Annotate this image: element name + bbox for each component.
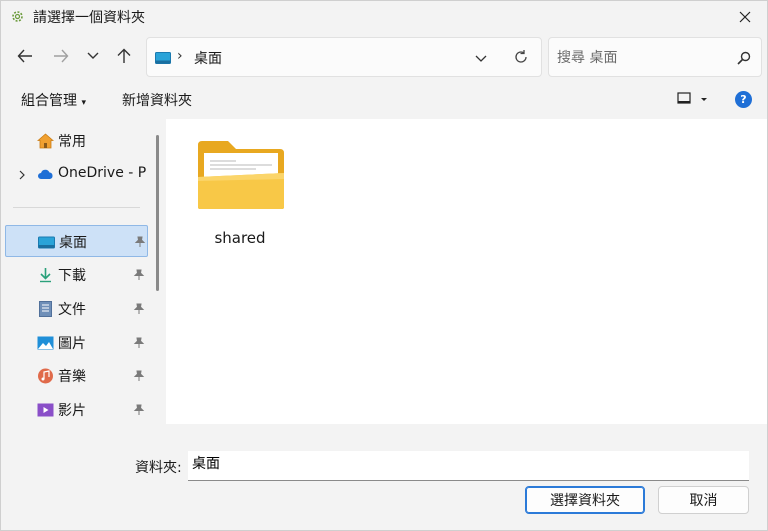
sidebar-divider [13, 207, 140, 208]
sidebar-item-downloads[interactable]: 下載 [5, 259, 148, 291]
breadcrumb-chevron-icon: › [177, 48, 183, 64]
cancel-button[interactable]: 取消 [658, 486, 749, 514]
navigation-pane: 常用 OneDrive - P 桌面 下載 文件 圖片 音樂 影片 [1, 119, 164, 424]
arrow-up-icon [117, 48, 131, 63]
folder-name-field[interactable] [188, 451, 749, 481]
sidebar-item-videos[interactable]: 影片 [5, 394, 148, 424]
sidebar-item-music[interactable]: 音樂 [5, 360, 148, 392]
forward-button[interactable] [49, 44, 73, 68]
sidebar-item-label: 桌面 [59, 235, 87, 251]
pin-icon[interactable] [133, 370, 145, 382]
title-bar: 請選擇一個資料夾 [1, 1, 767, 33]
refresh-icon[interactable] [513, 49, 529, 65]
dialog-footer: 資料夾: 選擇資料夾 取消 [1, 424, 767, 530]
back-button[interactable] [13, 44, 37, 68]
close-button[interactable] [723, 1, 767, 33]
chevron-right-icon[interactable] [17, 169, 27, 181]
sidebar-item-label: 下載 [58, 268, 86, 284]
cloud-icon [38, 169, 53, 179]
help-button[interactable]: ? [735, 91, 752, 108]
desktop-icon [155, 52, 171, 64]
organize-label: 組合管理 [21, 93, 77, 109]
pin-icon[interactable] [133, 303, 145, 315]
address-bar[interactable]: › 桌面 [146, 37, 542, 77]
document-icon [39, 301, 52, 317]
search-box[interactable] [548, 37, 762, 77]
close-icon [739, 11, 751, 23]
home-icon [37, 133, 54, 149]
caret-down-icon: ▾ [81, 98, 86, 108]
folder-field-label: 資料夾: [135, 460, 182, 476]
search-icon [737, 51, 751, 65]
view-options-button[interactable] [677, 91, 709, 107]
recent-locations-button[interactable] [81, 44, 105, 68]
sidebar-item-desktop[interactable]: 桌面 [5, 225, 148, 257]
file-name: shared [214, 229, 266, 247]
new-folder-button[interactable]: 新增資料夾 [122, 90, 192, 110]
sidebar-item-label: 圖片 [58, 336, 86, 352]
file-list: shared [166, 119, 767, 424]
sidebar-item-onedrive[interactable]: OneDrive - P [5, 159, 148, 191]
video-icon [37, 403, 54, 417]
arrow-left-icon [17, 49, 32, 63]
chevron-down-icon[interactable] [473, 50, 489, 66]
music-icon [38, 368, 53, 384]
pin-icon[interactable] [133, 337, 145, 349]
picture-icon [37, 336, 54, 350]
pin-icon[interactable] [133, 404, 145, 416]
pin-icon[interactable] [134, 236, 146, 248]
folder-item-shared[interactable]: shared [188, 133, 292, 251]
organize-menu[interactable]: 組合管理 ▾ [21, 90, 86, 110]
select-folder-button[interactable]: 選擇資料夾 [525, 486, 645, 514]
download-icon [40, 268, 51, 283]
pin-icon[interactable] [133, 269, 145, 281]
sidebar-item-label: 常用 [58, 134, 86, 150]
folder-icon [198, 141, 284, 209]
sidebar-item-label: 文件 [58, 302, 86, 318]
up-button[interactable] [112, 44, 136, 68]
folder-picker-dialog: 請選擇一個資料夾 › 桌面 搜尋 桌面 組合管理 ▾ 新增資料夾 ? 常用 On… [0, 0, 768, 531]
gear-icon [12, 11, 23, 22]
sidebar-item-documents[interactable]: 文件 [5, 293, 148, 325]
sidebar-item-home[interactable]: 常用 [5, 125, 148, 157]
sidebar-item-label: OneDrive - P [58, 165, 147, 181]
desktop-icon [38, 236, 55, 249]
window-title: 請選擇一個資料夾 [33, 10, 145, 26]
sidebar-scrollbar[interactable] [156, 135, 159, 291]
search-input[interactable] [557, 47, 727, 69]
chevron-down-icon [87, 52, 99, 59]
breadcrumb-desktop[interactable]: 桌面 [194, 48, 222, 68]
sidebar-item-label: 影片 [58, 403, 86, 419]
view-icon [677, 92, 707, 104]
arrow-right-icon [54, 49, 69, 63]
navigation-bar: › 桌面 [1, 33, 767, 81]
sidebar-item-label: 音樂 [58, 369, 86, 385]
command-bar: 組合管理 ▾ 新增資料夾 ? [1, 81, 767, 117]
sidebar-item-pictures[interactable]: 圖片 [5, 327, 148, 359]
